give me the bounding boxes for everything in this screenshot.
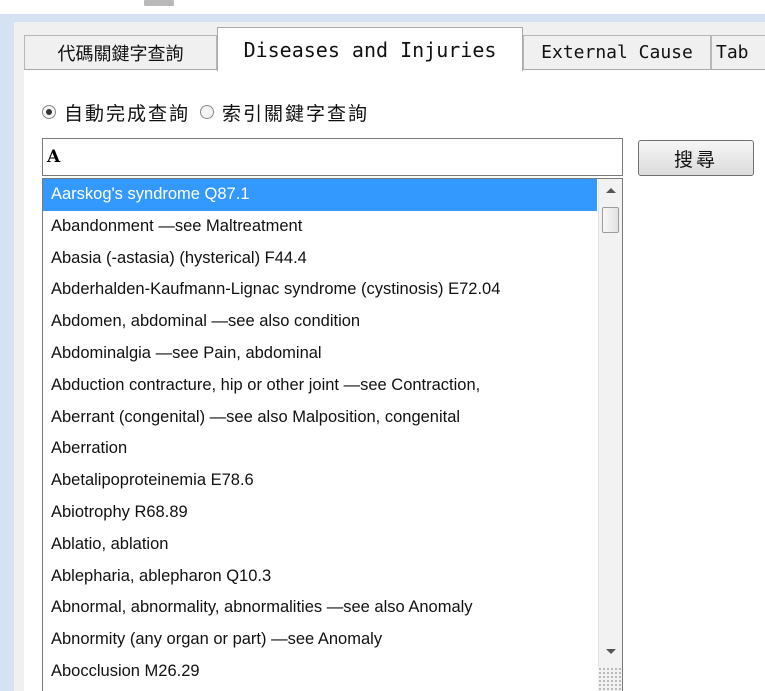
- suggestion-item[interactable]: Abnormal, abnormality, abnormalities —se…: [43, 592, 597, 624]
- clipped-title-fragment: [144, 0, 174, 6]
- tab-code-keyword-query[interactable]: 代碼關鍵字查詢: [24, 35, 217, 69]
- radio-autocomplete-label[interactable]: 自動完成查詢: [64, 99, 190, 126]
- suggestion-item[interactable]: Abasia (-astasia) (hysterical) F44.4: [43, 243, 597, 275]
- suggestion-item[interactable]: Aberrant (congenital) —see also Malposit…: [43, 402, 597, 434]
- radio-autocomplete[interactable]: [42, 105, 56, 119]
- resize-grip-icon[interactable]: [598, 667, 622, 691]
- suggestion-item[interactable]: Abdominalgia —see Pain, abdominal: [43, 338, 597, 370]
- search-mode-group: 自動完成查詢 索引關鍵字查詢: [42, 99, 379, 126]
- suggestion-item[interactable]: Abderhalden-Kaufmann-Lignac syndrome (cy…: [43, 274, 597, 306]
- suggestion-item[interactable]: Abnormity (any organ or part) —see Anoma…: [43, 624, 597, 656]
- suggestion-item[interactable]: Abiotrophy R68.89: [43, 497, 597, 529]
- suggestion-item[interactable]: Aberration: [43, 433, 597, 465]
- suggestion-item[interactable]: Abduction contracture, hip or other join…: [43, 370, 597, 402]
- autocomplete-dropdown: Aarskog's syndrome Q87.1 Abandonment —see…: [42, 178, 623, 691]
- radio-index-keyword-label[interactable]: 索引關鍵字查詢: [222, 99, 369, 126]
- suggestion-item[interactable]: Aarskog's syndrome Q87.1: [43, 179, 597, 211]
- vertical-scrollbar[interactable]: [598, 179, 622, 691]
- suggestion-item[interactable]: Abdomen, abdominal —see also condition: [43, 306, 597, 338]
- suggestion-item[interactable]: Abetalipoproteinemia E78.6: [43, 465, 597, 497]
- suggestion-item[interactable]: Ablepharia, ablepharon Q10.3: [43, 561, 597, 593]
- radio-index-keyword[interactable]: [200, 105, 215, 119]
- search-button[interactable]: 搜尋: [638, 140, 754, 176]
- scroll-down-arrow-icon[interactable]: [606, 649, 616, 654]
- tab-table[interactable]: Tab: [711, 35, 765, 69]
- tab-diseases-and-injuries[interactable]: Diseases and Injuries: [217, 27, 523, 71]
- search-input[interactable]: A: [42, 138, 623, 176]
- suggestion-item[interactable]: Abandonment —see Maltreatment: [43, 211, 597, 243]
- scroll-thumb[interactable]: [602, 207, 619, 233]
- suggestion-item[interactable]: Abocclusion M26.29: [43, 656, 597, 688]
- tab-external-cause[interactable]: External Cause: [523, 35, 711, 69]
- scroll-up-arrow-icon[interactable]: [606, 188, 616, 193]
- suggestion-item[interactable]: Ablatio, ablation: [43, 529, 597, 561]
- suggestion-list: Aarskog's syndrome Q87.1 Abandonment —see…: [43, 179, 597, 688]
- window-top-strip: [0, 0, 765, 14]
